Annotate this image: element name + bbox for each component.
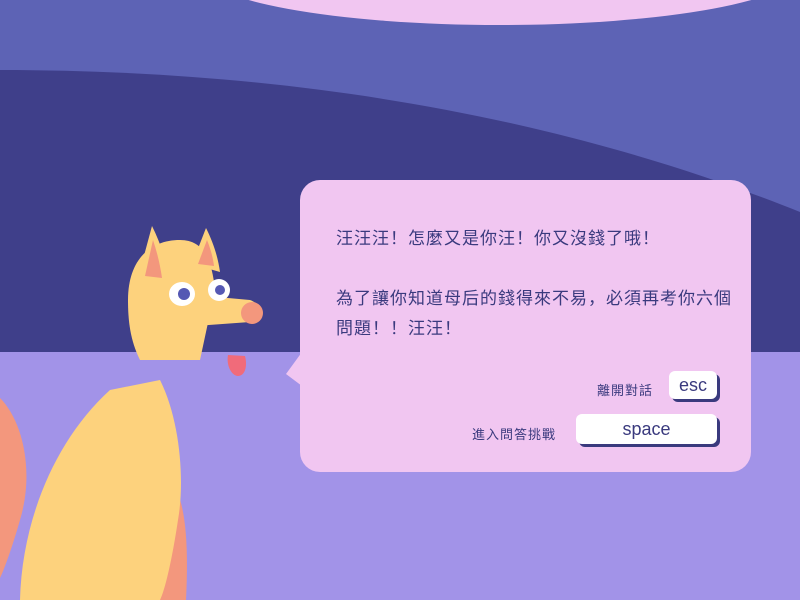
dialog-box: 汪汪汪！怎麼又是你汪！你又沒錢了哦！ 為了讓你知道母后的錢得來不易，必須再考你六… [300, 180, 751, 472]
esc-key-button[interactable]: esc [669, 371, 717, 399]
start-quiz-label: 進入問答挑戰 [472, 428, 557, 443]
dialog-line-2: 為了讓你知道母后的錢得來不易，必須再考你六個問題！！汪汪！ [336, 289, 732, 339]
dog-nose [241, 302, 263, 324]
dialog-text: 汪汪汪！怎麼又是你汪！你又沒錢了哦！ 為了讓你知道母后的錢得來不易，必須再考你六… [336, 224, 736, 344]
space-key-button[interactable]: space [576, 414, 717, 444]
dialog-line-1: 汪汪汪！怎麼又是你汪！你又沒錢了哦！ [336, 229, 660, 249]
leave-dialog-label: 離開對話 [597, 384, 654, 399]
